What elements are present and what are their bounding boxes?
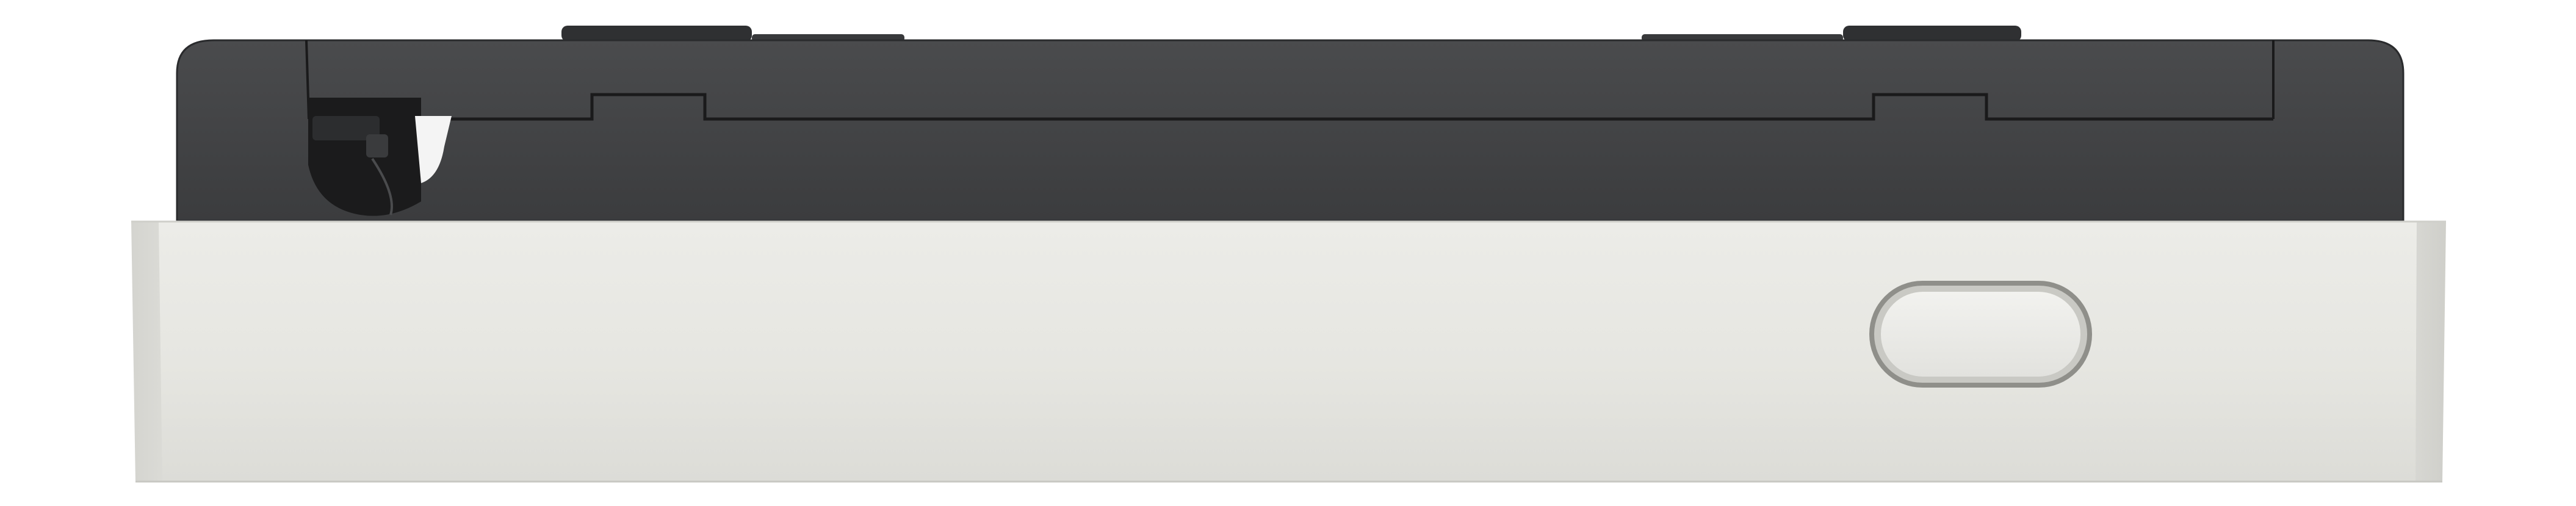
top-housing <box>176 39 2405 222</box>
device-illustration <box>131 26 2446 483</box>
product-photo <box>0 0 2576 506</box>
top-knob-right <box>1642 26 2021 42</box>
front-button <box>1869 281 2092 388</box>
top-knob-left <box>561 26 904 42</box>
front-panel <box>131 220 2446 483</box>
